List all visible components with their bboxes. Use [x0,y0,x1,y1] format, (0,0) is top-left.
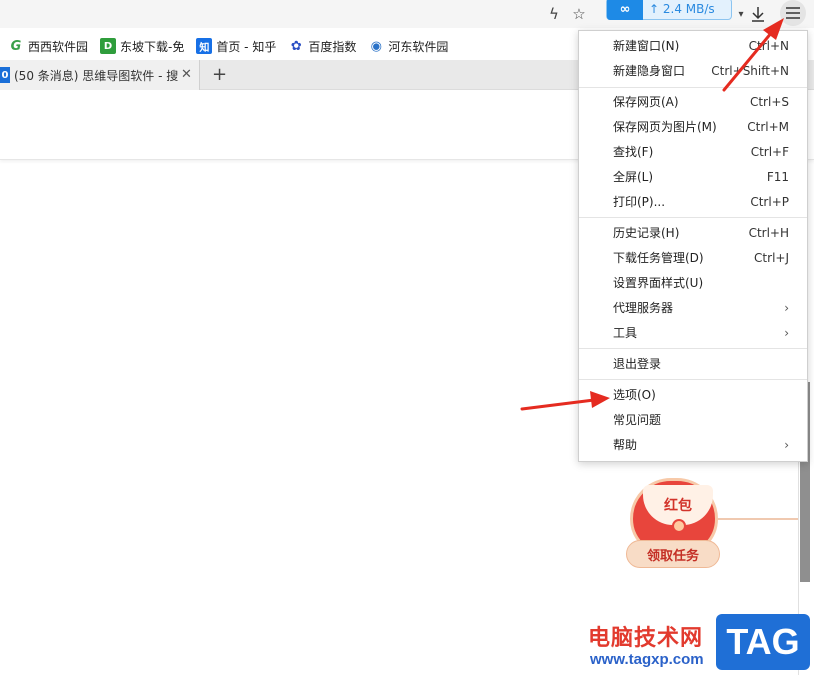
menu-item-faq[interactable]: 常见问题 [579,407,807,432]
claim-task-button[interactable]: 领取任务 [626,540,720,568]
menu-item-save-page[interactable]: 保存网页(A) Ctrl+S [579,89,807,114]
menu-item-download-manager[interactable]: 下载任务管理(D) Ctrl+J [579,245,807,270]
red-packet-seal-icon [672,519,686,533]
hamburger-icon [786,7,800,19]
menu-item-options[interactable]: 选项(O) [579,382,807,407]
menu-item-find[interactable]: 查找(F) Ctrl+F [579,139,807,164]
zhihu-icon: 知 [196,38,213,54]
watermark-tag-logo: TAG [716,614,810,670]
menu-separator [579,87,807,88]
menu-item-logout[interactable]: 退出登录 [579,351,807,376]
speed-text: ↑ 2.4 MB/s [649,2,715,16]
download-icon[interactable] [748,4,768,24]
lightning-icon[interactable]: ϟ [544,4,564,24]
tab-active[interactable]: 0 (50 条消息) 思维导图软件 - 搜 ✕ [0,60,200,90]
cc-leaf-icon: G [10,38,22,54]
bookmark-item[interactable]: G 西西软件园 [8,38,88,55]
red-packet-widget[interactable]: 红包 领取任务 [626,478,722,570]
menu-item-new-window[interactable]: 新建窗口(N) Ctrl+N [579,33,807,58]
csdn-favicon-icon: 0 [0,67,10,83]
menu-item-proxy-server[interactable]: 代理服务器 › [579,295,807,320]
menu-separator [579,379,807,380]
menu-item-new-incognito-window[interactable]: 新建隐身窗口 Ctrl+Shift+N [579,58,807,83]
browser-toolbar: ϟ ☆ ∞ ↑ 2.4 MB/s ▾ [0,0,814,28]
bookmark-star-icon[interactable]: ☆ [569,4,589,24]
menu-item-print[interactable]: 打印(P)... Ctrl+P [579,189,807,214]
speed-logo-icon: ∞ [607,0,643,20]
chevron-right-icon: › [784,325,789,340]
watermark-title: 电脑技术网 [588,626,704,651]
bookmark-label: 百度指数 [308,39,357,54]
bookmark-item[interactable]: ◉ 河东软件园 [368,38,449,55]
download-speed-badge[interactable]: ∞ ↑ 2.4 MB/s [606,0,732,20]
menu-separator [579,348,807,349]
bookmark-label: 东坡下载-免 [120,39,185,54]
new-tab-plus-icon[interactable]: + [212,64,227,85]
tab-title: (50 条消息) 思维导图软件 - 搜 [14,68,179,83]
bookmark-item[interactable]: 知 首页 - 知乎 [196,38,276,55]
chevron-right-icon: › [784,300,789,315]
main-menu-button[interactable] [780,0,806,26]
dongpo-icon: D [100,38,117,54]
close-icon[interactable]: ✕ [181,67,192,82]
chevron-right-icon: › [784,437,789,452]
watermark-url: www.tagxp.com [590,651,704,668]
menu-item-fullscreen[interactable]: 全屏(L) F11 [579,164,807,189]
bookmark-label: 河东软件园 [388,39,449,54]
menu-item-tools[interactable]: 工具 › [579,320,807,345]
menu-item-ui-style[interactable]: 设置界面样式(U) [579,270,807,295]
red-packet-connector [714,518,798,520]
bookmark-item[interactable]: D 东坡下载-免 [100,38,184,55]
bookmark-item[interactable]: ✿ 百度指数 [288,38,356,55]
hedong-icon: ◉ [370,38,383,54]
menu-item-help[interactable]: 帮助 › [579,432,807,457]
baidu-paw-icon: ✿ [290,38,302,54]
main-dropdown-menu: 新建窗口(N) Ctrl+N 新建隐身窗口 Ctrl+Shift+N 保存网页(… [578,30,808,462]
menu-item-save-page-as-image[interactable]: 保存网页为图片(M) Ctrl+M [579,114,807,139]
bookmark-label: 首页 - 知乎 [216,39,277,54]
menu-separator [579,217,807,218]
menu-item-history[interactable]: 历史记录(H) Ctrl+H [579,220,807,245]
bookmark-label: 西西软件园 [28,39,89,54]
